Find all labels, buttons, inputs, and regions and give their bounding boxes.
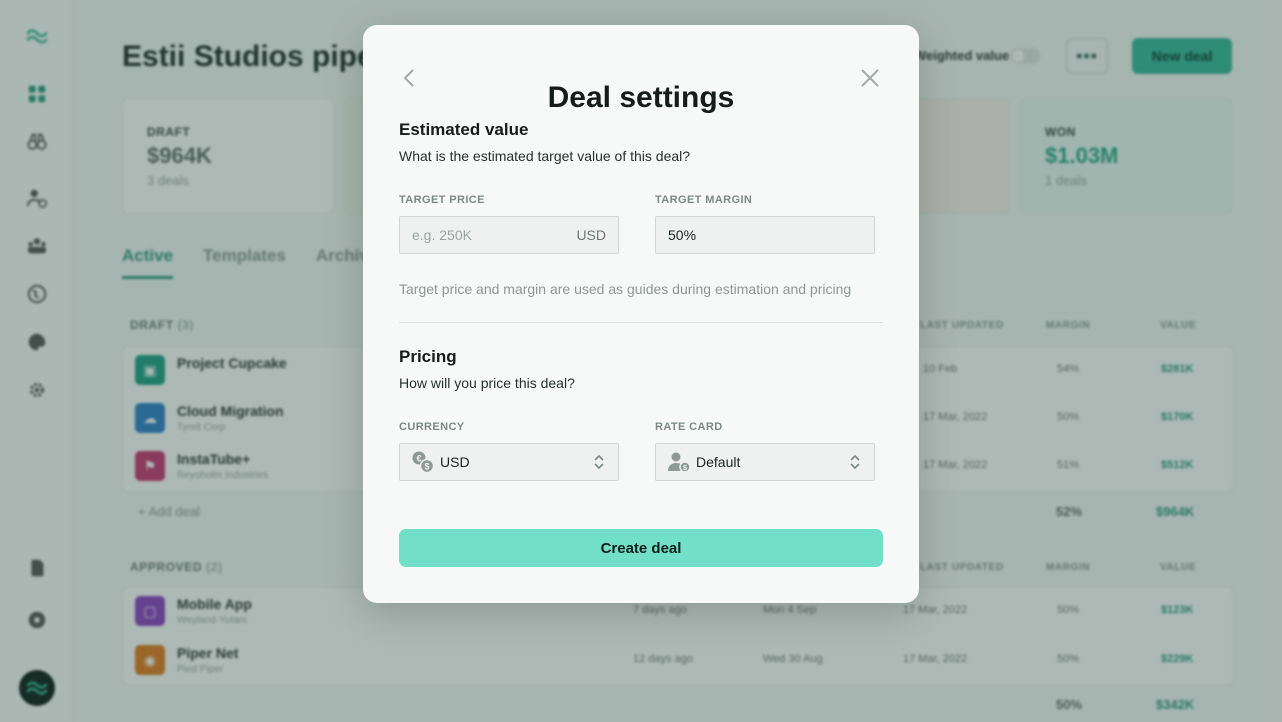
modal-title: Deal settings (547, 81, 735, 114)
rate-card-select[interactable]: $ Default (655, 443, 875, 481)
svg-text:$: $ (424, 462, 429, 472)
section-divider (399, 322, 883, 323)
target-margin-label: TARGET MARGIN (655, 194, 753, 206)
estimation-hint: Target price and margin are used as guid… (399, 281, 852, 297)
target-price-label: TARGET PRICE (399, 194, 485, 206)
pricing-subtitle: How will you price this deal? (399, 375, 575, 391)
user-rate-icon: $ (668, 452, 691, 473)
chevron-updown-icon (594, 454, 604, 470)
deal-settings-modal: Deal settings Estimated value What is th… (363, 25, 919, 603)
estimated-value-subtitle: What is the estimated target value of th… (399, 148, 691, 164)
currency-label: CURRENCY (399, 421, 465, 433)
close-icon (861, 69, 879, 87)
close-button[interactable] (859, 67, 881, 89)
rate-card-label: RATE CARD (655, 421, 723, 433)
pricing-title: Pricing (399, 347, 457, 366)
target-price-input[interactable] (412, 227, 577, 243)
currency-select[interactable]: € $ USD (399, 443, 619, 481)
estimated-value-title: Estimated value (399, 120, 529, 139)
currency-value: USD (440, 454, 470, 470)
svg-text:€: € (416, 454, 421, 464)
target-margin-input[interactable] (668, 227, 862, 243)
target-margin-field[interactable] (655, 216, 875, 254)
coins-icon: € $ (412, 451, 435, 474)
chevron-updown-icon (850, 454, 860, 470)
currency-suffix: USD (576, 227, 606, 243)
target-price-field[interactable]: USD (399, 216, 619, 254)
rate-card-value: Default (696, 454, 741, 470)
create-deal-button[interactable]: Create deal (399, 529, 883, 567)
